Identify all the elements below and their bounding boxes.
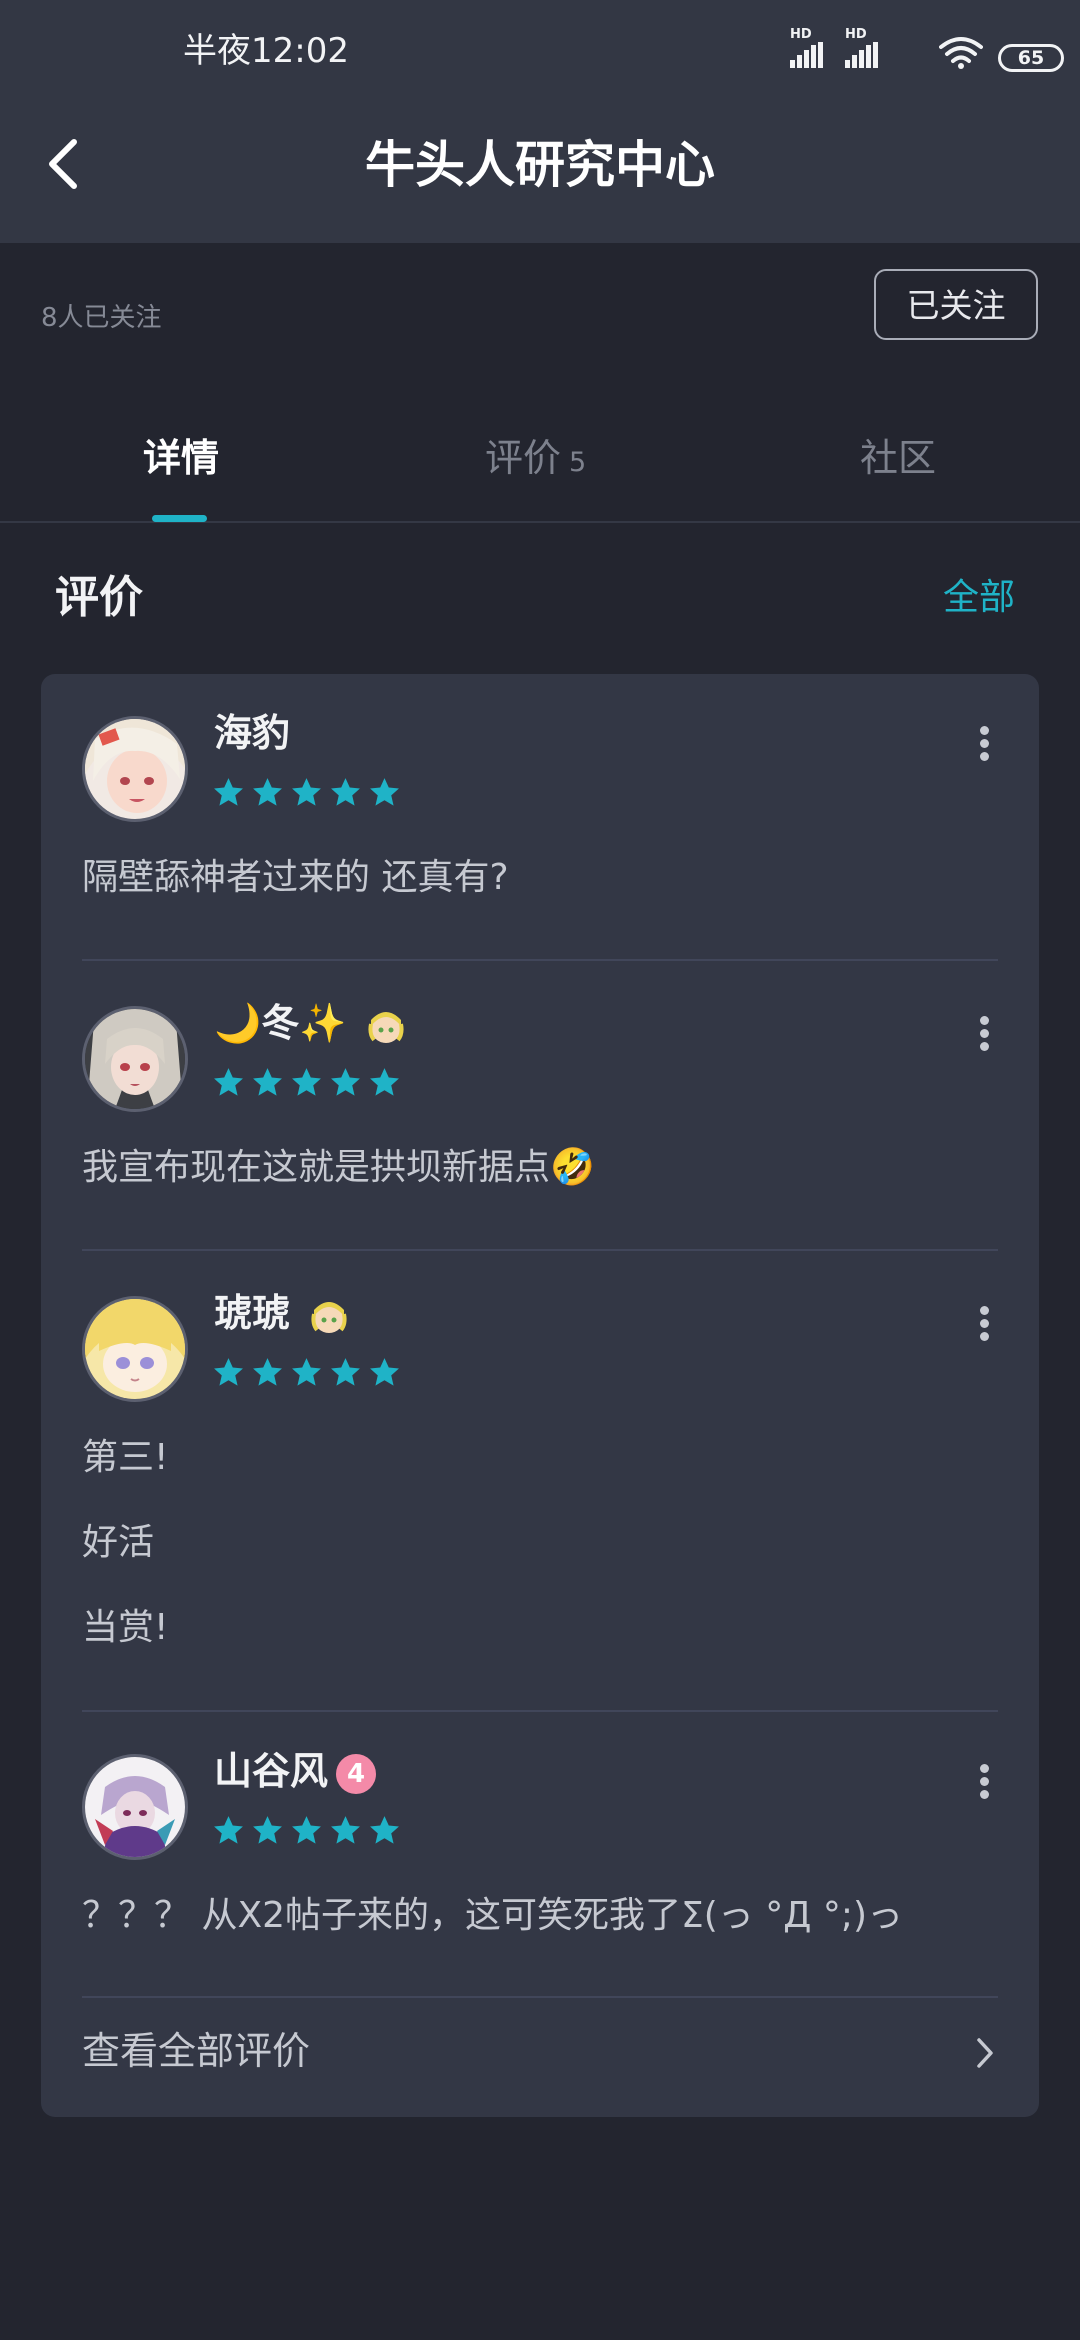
review-item: 海豹 隔壁舔神者过来的 还真有? <box>41 674 1039 961</box>
hd-label: HD <box>790 27 812 42</box>
followers-count: 8人已关注 <box>41 303 162 333</box>
tab-reviews[interactable]: 评价 5 <box>485 439 586 477</box>
star-icon <box>370 1358 399 1386</box>
star-icon <box>253 1358 282 1386</box>
tab-label: 详情 <box>143 436 220 480</box>
review-item: 🌙冬✨ 我宣布现在这就是拱坝新据点🤣 <box>41 964 1039 1251</box>
wifi-icon <box>939 37 983 69</box>
hd-label-2: HD <box>845 27 867 42</box>
star-icon <box>214 1816 243 1844</box>
username: 🌙冬✨ <box>214 1004 406 1046</box>
star-icon <box>292 1816 321 1844</box>
avatar-sticker-icon <box>368 1011 404 1043</box>
username: 海豹 <box>214 711 291 755</box>
avatar[interactable] <box>82 716 188 822</box>
username-text: 山谷风 <box>214 1749 329 1793</box>
follow-button[interactable]: 已关注 <box>874 269 1038 340</box>
all-reviews-link[interactable]: 全部 <box>943 580 1015 616</box>
star-icon <box>331 1358 360 1386</box>
rating-stars <box>212 1814 401 1847</box>
username-text: 琥琥 <box>214 1291 291 1335</box>
review-item: 琥琥 第三! 好活 当赏! <box>41 1254 1039 1712</box>
review-item: 山谷风 4 ？？？ 从X2帖子来的，这可笑死我了Σ(っ °Д °;)っ <box>41 1712 1039 1999</box>
star-icon <box>253 778 282 806</box>
review-text: ？？？ 从X2帖子来的，这可笑死我了Σ(っ °Д °;)っ <box>82 1895 903 1936</box>
tab-bar: 详情 评价 5 社区 <box>0 403 1080 523</box>
review-text: 当赏! <box>82 1607 169 1648</box>
rating-stars <box>212 1066 401 1099</box>
more-icon[interactable] <box>979 1016 991 1052</box>
tab-label: 社区 <box>860 436 937 480</box>
tab-indicator <box>152 515 207 522</box>
avatar[interactable] <box>82 1006 188 1112</box>
page-title: 牛头人研究中心 <box>365 136 715 194</box>
star-icon <box>370 1816 399 1844</box>
star-icon <box>331 1068 360 1096</box>
divider <box>82 959 998 961</box>
star-icon <box>214 778 243 806</box>
more-icon[interactable] <box>979 726 991 762</box>
more-icon[interactable] <box>979 1306 991 1342</box>
avatar-sticker-icon <box>311 1301 347 1333</box>
tab-label: 评价 <box>485 436 562 480</box>
review-text: 我宣布现在这就是拱坝新据点🤣 <box>82 1147 595 1188</box>
star-icon <box>370 1068 399 1096</box>
section-title: 评价 <box>55 572 143 623</box>
rating-stars <box>212 1356 401 1389</box>
more-icon[interactable] <box>979 1764 991 1800</box>
battery-icon: 65 <box>998 44 1064 72</box>
star-icon <box>292 1358 321 1386</box>
review-text: 隔壁舔神者过来的 还真有? <box>82 857 509 898</box>
star-icon <box>292 778 321 806</box>
reviews-card: 海豹 隔壁舔神者过来的 还真有? 🌙冬✨ 我宣布现在这就是拱坝新据点🤣 琥琥 第… <box>41 674 1039 2117</box>
top-bar: 半夜12:02 HD HD 65 牛头人研究中心 <box>0 0 1080 243</box>
review-text: 好活 <box>82 1522 155 1563</box>
tab-community[interactable]: 社区 <box>860 439 936 477</box>
review-text: 第三! <box>82 1437 169 1478</box>
username-text: 🌙冬✨ <box>214 1001 347 1045</box>
reviews-header: 评价 全部 <box>0 560 1080 640</box>
username: 琥琥 <box>214 1294 349 1336</box>
status-icons: HD HD 65 <box>780 28 1080 78</box>
status-time: 半夜12:02 <box>183 31 349 71</box>
avatar[interactable] <box>82 1754 188 1860</box>
level-badge: 4 <box>336 1753 377 1794</box>
divider <box>82 1249 998 1251</box>
chevron-right-icon <box>977 2038 993 2068</box>
star-icon <box>253 1816 282 1844</box>
star-icon <box>253 1068 282 1096</box>
username: 山谷风 4 <box>214 1749 377 1794</box>
avatar[interactable] <box>82 1296 188 1402</box>
star-icon <box>214 1358 243 1386</box>
star-icon <box>214 1068 243 1096</box>
star-icon <box>370 778 399 806</box>
tab-details[interactable]: 详情 <box>143 439 219 477</box>
signal-icon <box>790 42 826 68</box>
tab-count: 5 <box>569 447 587 478</box>
star-icon <box>331 1816 360 1844</box>
follow-bar: 8人已关注 已关注 <box>0 243 1080 383</box>
star-icon <box>292 1068 321 1096</box>
star-icon <box>331 778 360 806</box>
rating-stars <box>212 776 401 809</box>
view-all-reviews[interactable]: 查看全部评价 <box>41 1996 1039 2116</box>
signal-icon-2 <box>845 42 881 68</box>
view-all-label: 查看全部评价 <box>82 2029 311 2073</box>
